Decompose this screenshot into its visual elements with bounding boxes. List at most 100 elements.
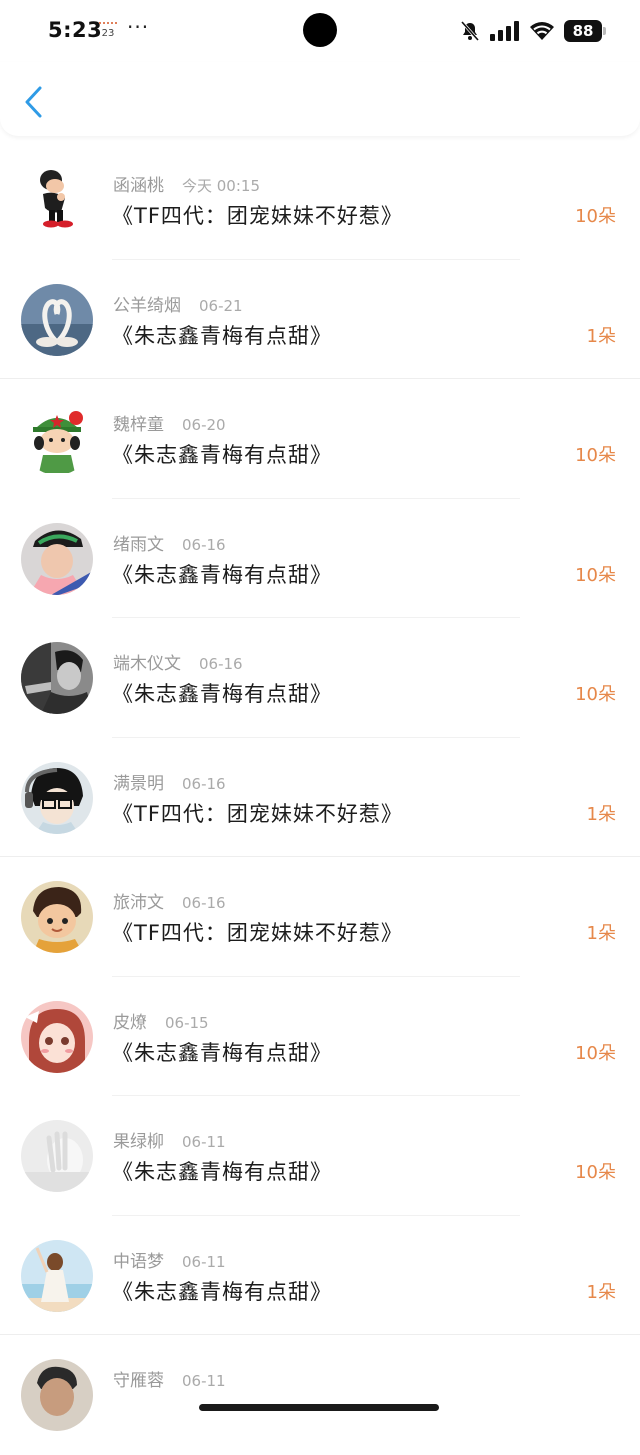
swans-heart-avatar bbox=[21, 283, 93, 356]
send-date: 06-20 bbox=[182, 416, 226, 434]
flower-count: 1朵 bbox=[586, 923, 616, 944]
back-button[interactable] bbox=[18, 82, 52, 122]
list-item[interactable]: 果绿柳 06-11 《朱志鑫青梅有点甜》 10朵 bbox=[0, 1096, 640, 1216]
list-item[interactable]: 满景明 06-16 《TF四代：团宠妹妹不好惹》 1朵 bbox=[0, 738, 640, 857]
flower-count: 10朵 bbox=[575, 564, 616, 586]
calendar-icon: 23 bbox=[99, 22, 117, 42]
sender-info: 满景明 06-16 bbox=[113, 769, 226, 794]
gift-record-list: 函涵桃 今天 00:15 《TF四代：团宠妹妹不好惹》 10朵 公羊绮烟 06-21… bbox=[0, 140, 640, 1455]
sender-name[interactable]: 魏梓童 bbox=[113, 415, 164, 435]
send-date: 06-16 bbox=[182, 894, 226, 912]
chevron-left-icon bbox=[25, 86, 42, 118]
book-title[interactable]: 《TF四代：团宠妹妹不好惹》 bbox=[112, 798, 403, 828]
avatar[interactable] bbox=[21, 283, 93, 356]
wifi-icon bbox=[530, 22, 554, 40]
list-item[interactable]: 中语梦 06-11 《朱志鑫青梅有点甜》 1朵 bbox=[0, 1216, 640, 1335]
sender-name[interactable]: 绪雨文 bbox=[113, 535, 164, 555]
flower-count: 1朵 bbox=[586, 1281, 616, 1303]
mute-bell-icon bbox=[460, 21, 480, 41]
avatar[interactable] bbox=[21, 403, 93, 475]
sender-info: 绪雨文 06-16 bbox=[113, 530, 226, 555]
list-item[interactable]: 函涵桃 今天 00:15 《TF四代：团宠妹妹不好惹》 10朵 bbox=[0, 140, 640, 260]
flower-count: 10朵 bbox=[575, 206, 616, 227]
flower-count: 10朵 bbox=[575, 445, 616, 466]
status-bar: 5:23 23 ··· 88 bbox=[0, 0, 640, 62]
book-title[interactable]: 《朱志鑫青梅有点甜》 bbox=[112, 678, 332, 708]
avatar[interactable] bbox=[21, 522, 93, 595]
anime-boy-glasses-avatar bbox=[21, 761, 93, 834]
avatar[interactable] bbox=[21, 1359, 93, 1431]
avatar[interactable] bbox=[21, 164, 93, 236]
sender-info: 守雁蓉 06-11 bbox=[113, 1366, 226, 1391]
book-title[interactable]: 《朱志鑫青梅有点甜》 bbox=[112, 1037, 332, 1067]
flower-count: 1朵 bbox=[586, 803, 616, 825]
sender-name[interactable]: 端木仪文 bbox=[113, 654, 181, 674]
sender-info: 皮燎 06-15 bbox=[113, 1008, 209, 1033]
sender-name[interactable]: 满景明 bbox=[113, 774, 164, 794]
sender-name[interactable]: 函涵桃 bbox=[113, 176, 164, 196]
flower-count: 10朵 bbox=[575, 1042, 616, 1064]
book-title[interactable]: 《朱志鑫青梅有点甜》 bbox=[112, 559, 332, 589]
avatar[interactable] bbox=[21, 1120, 93, 1192]
anime-girl-pink-avatar bbox=[21, 1000, 93, 1073]
avatar[interactable] bbox=[21, 642, 93, 714]
book-title[interactable]: 《TF四代：团宠妹妹不好惹》 bbox=[112, 200, 403, 230]
sender-info: 果绿柳 06-11 bbox=[113, 1127, 226, 1152]
list-item[interactable]: 绪雨文 06-16 《朱志鑫青梅有点甜》 10朵 bbox=[0, 499, 640, 618]
flower-count: 1朵 bbox=[586, 325, 616, 347]
send-date: 今天 00:15 bbox=[182, 177, 260, 195]
sender-name[interactable]: 皮燎 bbox=[113, 1013, 147, 1033]
top-nav-bar bbox=[0, 62, 640, 136]
sender-info: 魏梓童 06-20 bbox=[113, 410, 226, 435]
sender-info: 端木仪文 06-16 bbox=[113, 649, 243, 674]
sender-name[interactable]: 果绿柳 bbox=[113, 1132, 164, 1152]
book-title[interactable]: 《TF四代：团宠妹妹不好惹》 bbox=[112, 917, 403, 947]
send-date: 06-11 bbox=[182, 1372, 226, 1390]
cartoon-boy-avatar bbox=[21, 881, 93, 953]
sender-name[interactable]: 中语梦 bbox=[113, 1252, 164, 1272]
send-date: 06-11 bbox=[182, 1133, 226, 1151]
status-time: 5:23 bbox=[48, 18, 103, 42]
send-date: 06-16 bbox=[199, 655, 243, 673]
sender-name[interactable]: 旅沛文 bbox=[113, 893, 164, 913]
home-indicator[interactable] bbox=[199, 1404, 439, 1411]
sender-info: 旅沛文 06-16 bbox=[113, 888, 226, 913]
list-item[interactable]: 皮燎 06-15 《朱志鑫青梅有点甜》 10朵 bbox=[0, 977, 640, 1096]
flower-count: 10朵 bbox=[575, 684, 616, 705]
cartoon-character-avatar bbox=[21, 164, 93, 236]
book-title[interactable]: 《朱志鑫青梅有点甜》 bbox=[112, 1156, 332, 1186]
avatar[interactable] bbox=[21, 1239, 93, 1312]
sender-info: 公羊绮烟 06-21 bbox=[113, 291, 243, 316]
sender-name[interactable]: 公羊绮烟 bbox=[113, 296, 181, 316]
grayscale-portrait-avatar bbox=[21, 642, 93, 714]
send-date: 06-11 bbox=[182, 1252, 226, 1271]
sender-info: 中语梦 06-11 bbox=[113, 1247, 226, 1272]
girl-at-sea-avatar bbox=[21, 1239, 93, 1312]
list-item[interactable]: 守雁蓉 06-11 bbox=[0, 1335, 640, 1455]
send-date: 06-21 bbox=[199, 296, 243, 315]
send-date: 06-16 bbox=[182, 535, 226, 554]
man-portrait-avatar bbox=[21, 1359, 93, 1431]
more-notifications-icon: ··· bbox=[127, 15, 150, 39]
list-item[interactable]: 魏梓童 06-20 《朱志鑫青梅有点甜》 10朵 bbox=[0, 379, 640, 499]
flower-count: 10朵 bbox=[575, 1162, 616, 1183]
sender-info: 函涵桃 今天 00:15 bbox=[113, 171, 260, 196]
white-hand-avatar bbox=[21, 1120, 93, 1192]
cartoon-soldier-girl-avatar bbox=[21, 403, 93, 475]
boy-with-cap-avatar bbox=[21, 522, 93, 595]
send-date: 06-16 bbox=[182, 774, 226, 793]
send-date: 06-15 bbox=[165, 1013, 209, 1032]
list-item[interactable]: 旅沛文 06-16 《TF四代：团宠妹妹不好惹》 1朵 bbox=[0, 857, 640, 977]
battery-icon: 88 bbox=[564, 20, 606, 42]
avatar[interactable] bbox=[21, 761, 93, 834]
book-title[interactable]: 《朱志鑫青梅有点甜》 bbox=[112, 439, 332, 469]
avatar[interactable] bbox=[21, 1000, 93, 1073]
list-item[interactable]: 端木仪文 06-16 《朱志鑫青梅有点甜》 10朵 bbox=[0, 618, 640, 738]
signal-icon bbox=[490, 21, 519, 41]
front-camera bbox=[303, 13, 337, 47]
book-title[interactable]: 《朱志鑫青梅有点甜》 bbox=[112, 1276, 332, 1306]
sender-name[interactable]: 守雁蓉 bbox=[113, 1371, 164, 1391]
list-item[interactable]: 公羊绮烟 06-21 《朱志鑫青梅有点甜》 1朵 bbox=[0, 260, 640, 379]
book-title[interactable]: 《朱志鑫青梅有点甜》 bbox=[112, 320, 332, 350]
avatar[interactable] bbox=[21, 881, 93, 953]
